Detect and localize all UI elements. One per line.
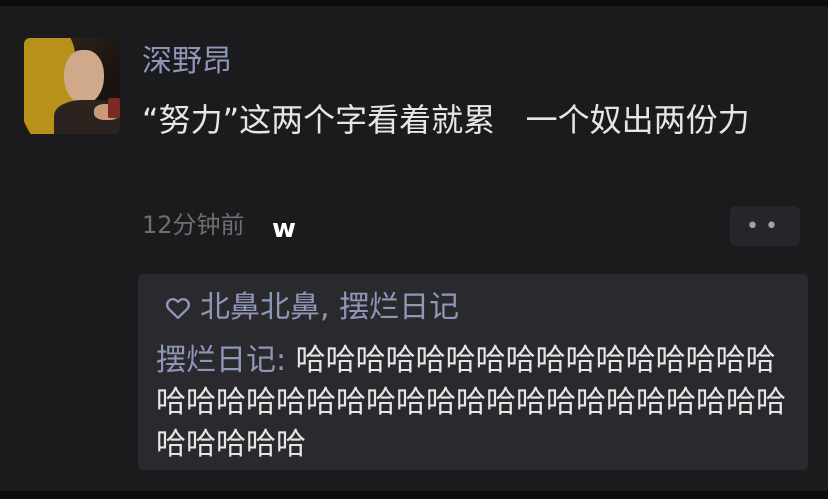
post-author[interactable]: 深野昂 bbox=[142, 40, 232, 84]
more-button[interactable]: •• bbox=[730, 206, 800, 246]
post-time: 12分钟前 bbox=[142, 211, 245, 239]
comment[interactable]: 摆烂日记: 哈哈哈哈哈哈哈哈哈哈哈哈哈哈哈哈哈哈哈哈哈哈哈哈哈哈哈哈哈哈哈哈哈哈… bbox=[156, 340, 800, 466]
likes-names[interactable]: 北鼻北鼻, 摆烂日记 bbox=[200, 286, 459, 330]
top-frame bbox=[0, 0, 828, 6]
avatar-face bbox=[64, 50, 104, 104]
heart-icon bbox=[165, 297, 191, 320]
post-content: “努力”这两个字看着就累 一个奴出两份力 bbox=[142, 101, 750, 139]
time-overlay-mark: w bbox=[272, 214, 297, 244]
likes-row: 北鼻北鼻, 摆烂日记 bbox=[164, 286, 459, 330]
avatar[interactable] bbox=[24, 38, 120, 134]
more-dots-icon: •• bbox=[746, 213, 784, 239]
avatar-phone bbox=[108, 98, 120, 118]
bottom-frame bbox=[0, 491, 828, 499]
interaction-panel: 北鼻北鼻, 摆烂日记 摆烂日记: 哈哈哈哈哈哈哈哈哈哈哈哈哈哈哈哈哈哈哈哈哈哈哈… bbox=[138, 274, 808, 470]
comment-author[interactable]: 摆烂日记: bbox=[156, 343, 286, 378]
